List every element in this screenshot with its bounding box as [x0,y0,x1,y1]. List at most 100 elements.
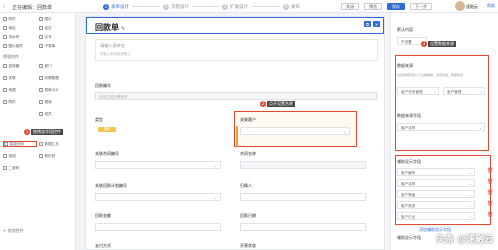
component-item[interactable]: 地址 [3,25,37,31]
image-icon [39,17,43,21]
step-flow-design[interactable]: 2 流程设计 [163,2,189,11]
component-item[interactable]: 图片组件 [3,43,37,49]
annotation-1: 1 拖拽该字段控件 [24,128,63,135]
member-icon [39,112,43,116]
contract-select[interactable]: ⌄ [95,161,221,169]
trash-icon[interactable]: 🗑 [487,191,493,196]
help-link[interactable]: 帮助 [487,3,495,9]
step-divider [252,6,280,7]
form-description[interactable]: 请输入表单名 请输入表单描述备注 [95,39,378,61]
preview-button[interactable]: 预览 [364,3,382,10]
signature-icon [39,35,43,39]
form-canvas: 回款单 ✎ ⧉ ✕ 请输入表单名 请输入表单描述备注 回款编号 自动生成无需填写 … [85,16,385,250]
component-item[interactable]: 附件 [3,99,37,105]
step-divider [132,6,160,7]
component-item[interactable]: 地图 [3,87,37,93]
field-label: 回款金额 [95,213,111,218]
component-item[interactable]: 数据汇总 [39,141,73,147]
close-button[interactable]: 关闭 [341,3,359,10]
trash-icon[interactable]: 🗑 [487,180,493,185]
component-item[interactable]: 附件 [3,16,37,22]
section-title-more[interactable]: + 其他控件 [3,228,24,234]
form-title[interactable]: 回款单 ✎ [95,22,125,33]
field-label: 归属人 [240,183,252,188]
component-item[interactable]: 关联 [3,75,37,81]
chevron-down-icon: ⌄ [478,88,482,94]
summary-icon [39,142,43,146]
component-item[interactable]: 关联数据 [39,75,73,81]
chevron-down-icon: ⌄ [432,88,436,94]
map-icon [3,88,7,92]
source-app-select[interactable]: 客户关系管理 ⌄ [397,87,439,95]
delete-icon[interactable]: ✕ [373,21,380,27]
avatar[interactable] [455,1,465,11]
chevron-down-icon: ⌄ [342,128,346,134]
chevron-down-icon: ⌄ [213,162,217,168]
form-card-icon [39,88,43,92]
component-item[interactable]: 子表单 [39,43,73,49]
copy-icon[interactable]: ⧉ [364,21,371,27]
component-item[interactable]: 二维码 [3,165,37,171]
component-item[interactable]: 成员 [39,111,73,117]
component-item[interactable]: 按钮 [3,153,37,159]
component-item[interactable]: 部门 [39,63,73,69]
editing-title: 正在编辑：回款单 [12,5,53,11]
type-tag[interactable]: 回款 [98,127,116,132]
component-item[interactable]: 图片 [39,16,73,22]
source-field-select[interactable]: 客户名称 ⌄ [397,123,485,131]
next-step-button[interactable]: 下一步 [410,3,432,10]
date-field[interactable] [240,223,366,231]
annotation-2: 2 点开设置名称 [260,100,295,107]
component-item[interactable]: 流水号 [3,34,37,40]
barcode-icon [39,154,43,158]
component-item[interactable]: 选择器 [3,63,37,69]
back-icon[interactable]: ‹ [3,4,5,10]
aux-row[interactable]: 客户编号 ⌄ [397,168,475,176]
plan-select[interactable]: ⌄ [95,193,221,201]
top-bar: ‹ 正在编辑：回款单 1 表单设计 2 流程设计 3 扩展设计 4 发布 关闭 … [0,0,498,13]
aux-row[interactable]: 客户名称 ⌄ [397,179,475,187]
source-label: 数据来源 [397,63,413,68]
search-icon [39,100,43,104]
component-item[interactable]: 定位 [39,25,73,31]
aux-row[interactable]: 客户等级 ⌄ [397,190,475,198]
applicant-field[interactable] [240,193,366,201]
chevron-down-icon: ⌄ [478,124,482,130]
component-item[interactable]: 表单卡片 [39,87,73,93]
trash-icon[interactable]: 🗑 [487,169,493,174]
drag-handle[interactable] [236,126,238,147]
amount-field[interactable] [95,223,221,231]
component-item[interactable]: 手写 [39,34,73,40]
component-item[interactable]: 搜索 [39,99,73,105]
chevron-down-icon: ⌄ [213,194,217,200]
trash-icon[interactable]: 🗑 [487,213,493,218]
step-form-design[interactable]: 1 表单设计 [103,2,129,11]
aux-row[interactable]: 客户行业 ⌄ [397,212,475,220]
default-label: 默认内容 [397,27,413,32]
component-item-smart-scan[interactable]: 智能扫码 [3,141,37,147]
attachment-icon [3,17,7,21]
trash-icon[interactable]: 🗑 [487,202,493,207]
source-field-label: 数据来源字段 [397,113,421,118]
user-name: 速融云 [466,4,478,9]
title-toolbar: ⧉ ✕ [364,21,380,27]
save-button[interactable]: 保存 [387,3,405,10]
subform-icon [39,44,43,48]
field-label: 回款日期 [240,213,256,218]
field-label: 类型 [95,117,103,122]
image-group-icon [3,44,7,48]
address-icon [3,26,7,30]
field-label: 关联客户 [240,117,256,122]
title-selection-frame [86,17,384,34]
selector-icon [3,64,7,68]
aux-row[interactable]: 客户类型 ⌄ [397,201,475,209]
field-label: 开票状态 [240,243,256,248]
aux-label: 辅助显示字段 [397,159,421,164]
customer-select[interactable]: ⌄ [240,127,350,135]
step-publish[interactable]: 4 发布 [283,2,300,11]
source-form-select[interactable]: 客户管理 ⌄ [443,87,485,95]
component-item[interactable]: 条形码 [39,153,73,159]
step-extend-design[interactable]: 3 扩展设计 [222,2,248,11]
edit-icon[interactable]: ✎ [121,26,125,32]
relation-data-icon [39,76,43,80]
